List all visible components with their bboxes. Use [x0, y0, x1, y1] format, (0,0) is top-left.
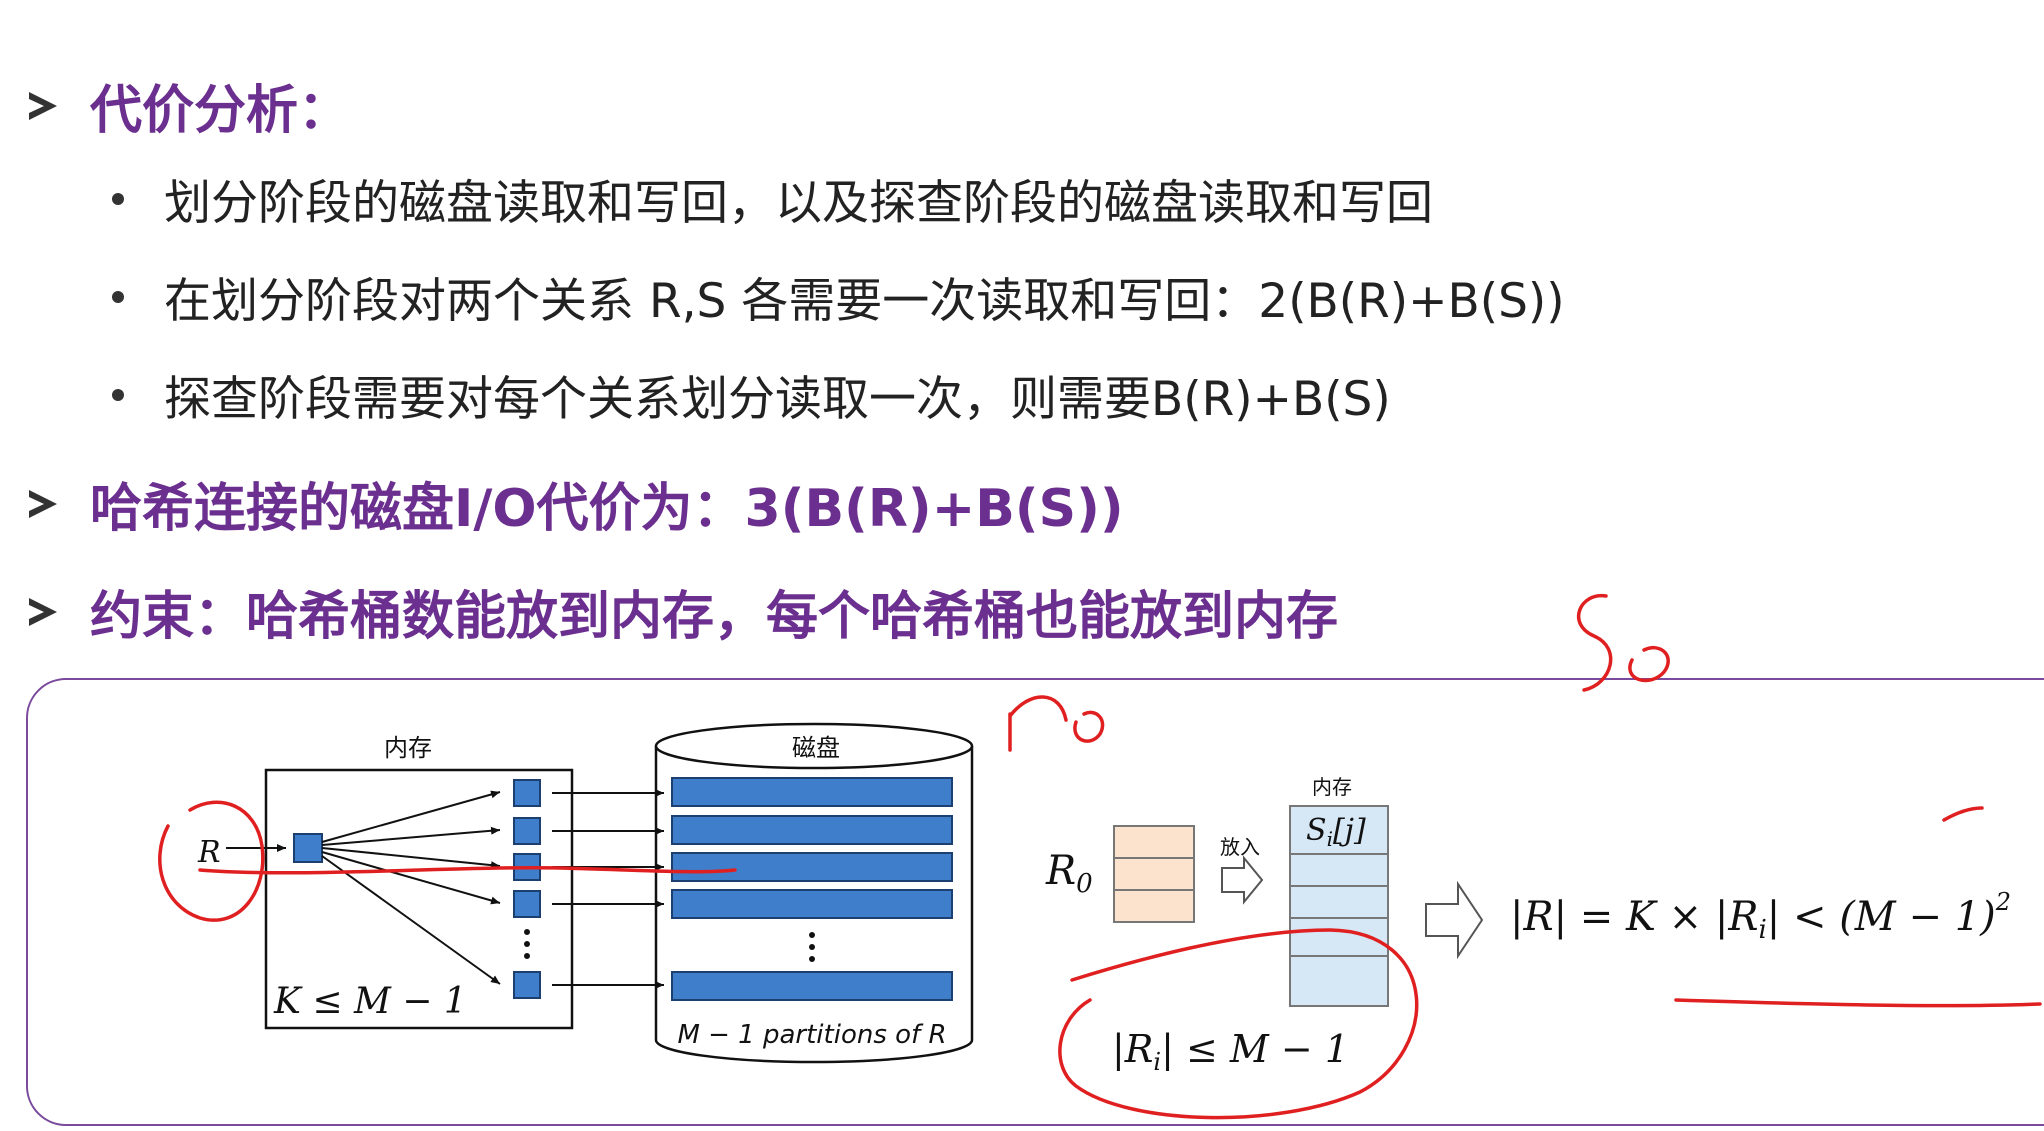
write-arrows: [552, 789, 664, 989]
r0-stack: [1113, 825, 1195, 923]
ri-constraint: |Ri| ≤ M − 1: [1112, 1027, 1349, 1076]
bucket: [513, 817, 541, 845]
pen-s0-zero: [1628, 646, 1670, 683]
pen-s0-s: [1576, 594, 1613, 692]
partition: [671, 889, 953, 919]
r0-label: R0: [1045, 848, 1093, 899]
bucket: [513, 890, 541, 918]
pen-r0-letter: [1008, 695, 1068, 752]
partition-ellipsis: [809, 932, 815, 962]
pen-tick: [1942, 806, 1984, 822]
handwritten-annotations: [158, 594, 2042, 1120]
partition: [671, 777, 953, 807]
hash-join-diagram: 内存 R K ≤ M − 1 磁盘 M − 1 partitions of R …: [158, 594, 2042, 1120]
partition: [671, 971, 953, 1001]
hash-function-box: [293, 833, 323, 863]
pen-r0-zero: [1073, 710, 1105, 743]
partitions-caption: M − 1 partitions of R: [677, 1020, 946, 1050]
bucket: [513, 971, 541, 999]
partition: [671, 815, 953, 845]
memory-buckets: [513, 779, 541, 999]
put-in-label: 放入: [1220, 835, 1260, 859]
fanout-arrows: [321, 790, 501, 985]
disk-label: 磁盘: [792, 734, 840, 762]
input-relation-label: R: [197, 835, 221, 870]
memory-label: 内存: [384, 734, 432, 762]
partition: [671, 852, 953, 882]
disk-partitions: [671, 777, 953, 1001]
put-in-arrow-icon: [1221, 855, 1264, 905]
memory-label-2: 内存: [1312, 775, 1352, 799]
implies-arrow-icon: [1425, 880, 1484, 960]
bucket-ellipsis: [524, 929, 530, 959]
pen-formula-underline: [1674, 998, 2042, 1008]
bucket: [513, 779, 541, 807]
s-cell-label: Si[j]: [1306, 813, 1366, 851]
k-constraint: K ≤ M − 1: [273, 981, 467, 1022]
size-formula: |R| = K × |Ri| < (M − 1)2: [1510, 888, 2011, 945]
